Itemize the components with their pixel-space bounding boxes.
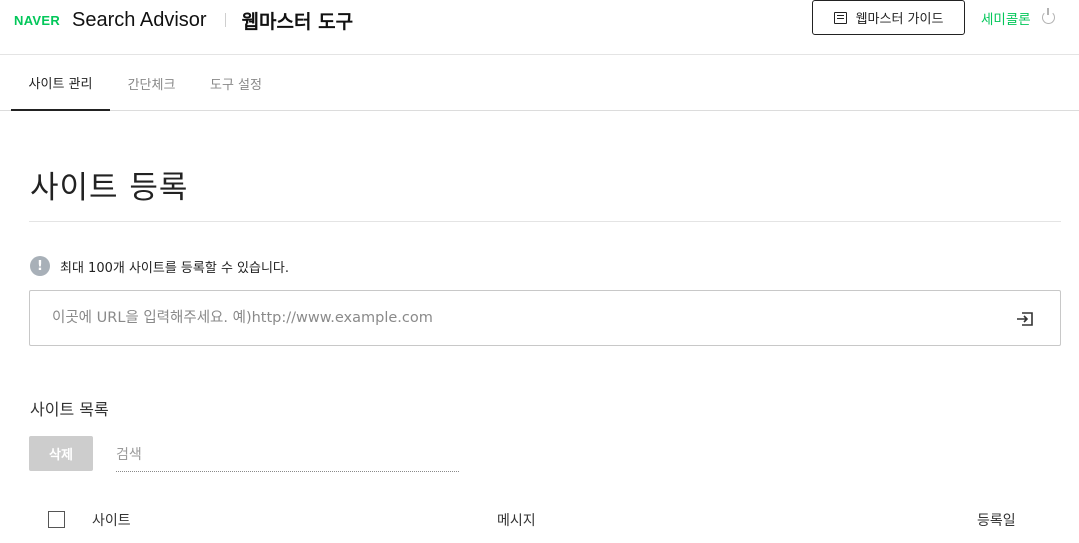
tab-tool-settings[interactable]: 도구 설정 (196, 55, 276, 111)
webmaster-guide-label: 웹마스터 가이드 (855, 12, 944, 27)
webmaster-guide-button[interactable]: 웹마스터 가이드 (812, 0, 965, 35)
brand-divider (224, 13, 226, 27)
power-icon[interactable] (1042, 8, 1055, 24)
tab-site-management[interactable]: 사이트 관리 (11, 55, 110, 111)
document-list-icon (833, 11, 847, 24)
top-header: NAVER Search Advisor 웹마스터 도구 웹마스터 가이드 세미… (0, 0, 1079, 55)
info-icon: ! (30, 256, 50, 276)
delete-button[interactable]: 삭제 (29, 436, 93, 471)
main-tabs: 사이트 관리 간단체크 도구 설정 (0, 55, 1079, 111)
tab-simple-check[interactable]: 간단체크 (113, 55, 190, 111)
enter-icon[interactable] (1016, 310, 1034, 328)
naver-logo[interactable]: NAVER (14, 13, 60, 28)
column-header-site: 사이트 (92, 513, 131, 529)
page-title: 사이트 등록 (30, 170, 189, 206)
url-register-box (29, 290, 1061, 346)
notice: ! 최대 100개 사이트를 등록할 수 있습니다. (30, 256, 289, 276)
search-input[interactable] (116, 438, 459, 472)
select-all-checkbox[interactable] (48, 511, 65, 528)
brand: NAVER Search Advisor 웹마스터 도구 (14, 6, 353, 34)
tool-title[interactable]: 웹마스터 도구 (242, 7, 354, 34)
notice-text: 최대 100개 사이트를 등록할 수 있습니다. (60, 260, 290, 276)
site-list-title: 사이트 목록 (30, 400, 109, 419)
title-divider (29, 221, 1061, 222)
product-name[interactable]: Search Advisor (72, 9, 207, 32)
column-header-date: 등록일 (977, 513, 1016, 529)
user-name-link[interactable]: 세미콜론 (981, 8, 1031, 28)
table-header: 사이트 메시지 등록일 (0, 500, 1079, 540)
column-header-message: 메시지 (497, 513, 536, 529)
url-input[interactable] (52, 291, 1002, 345)
